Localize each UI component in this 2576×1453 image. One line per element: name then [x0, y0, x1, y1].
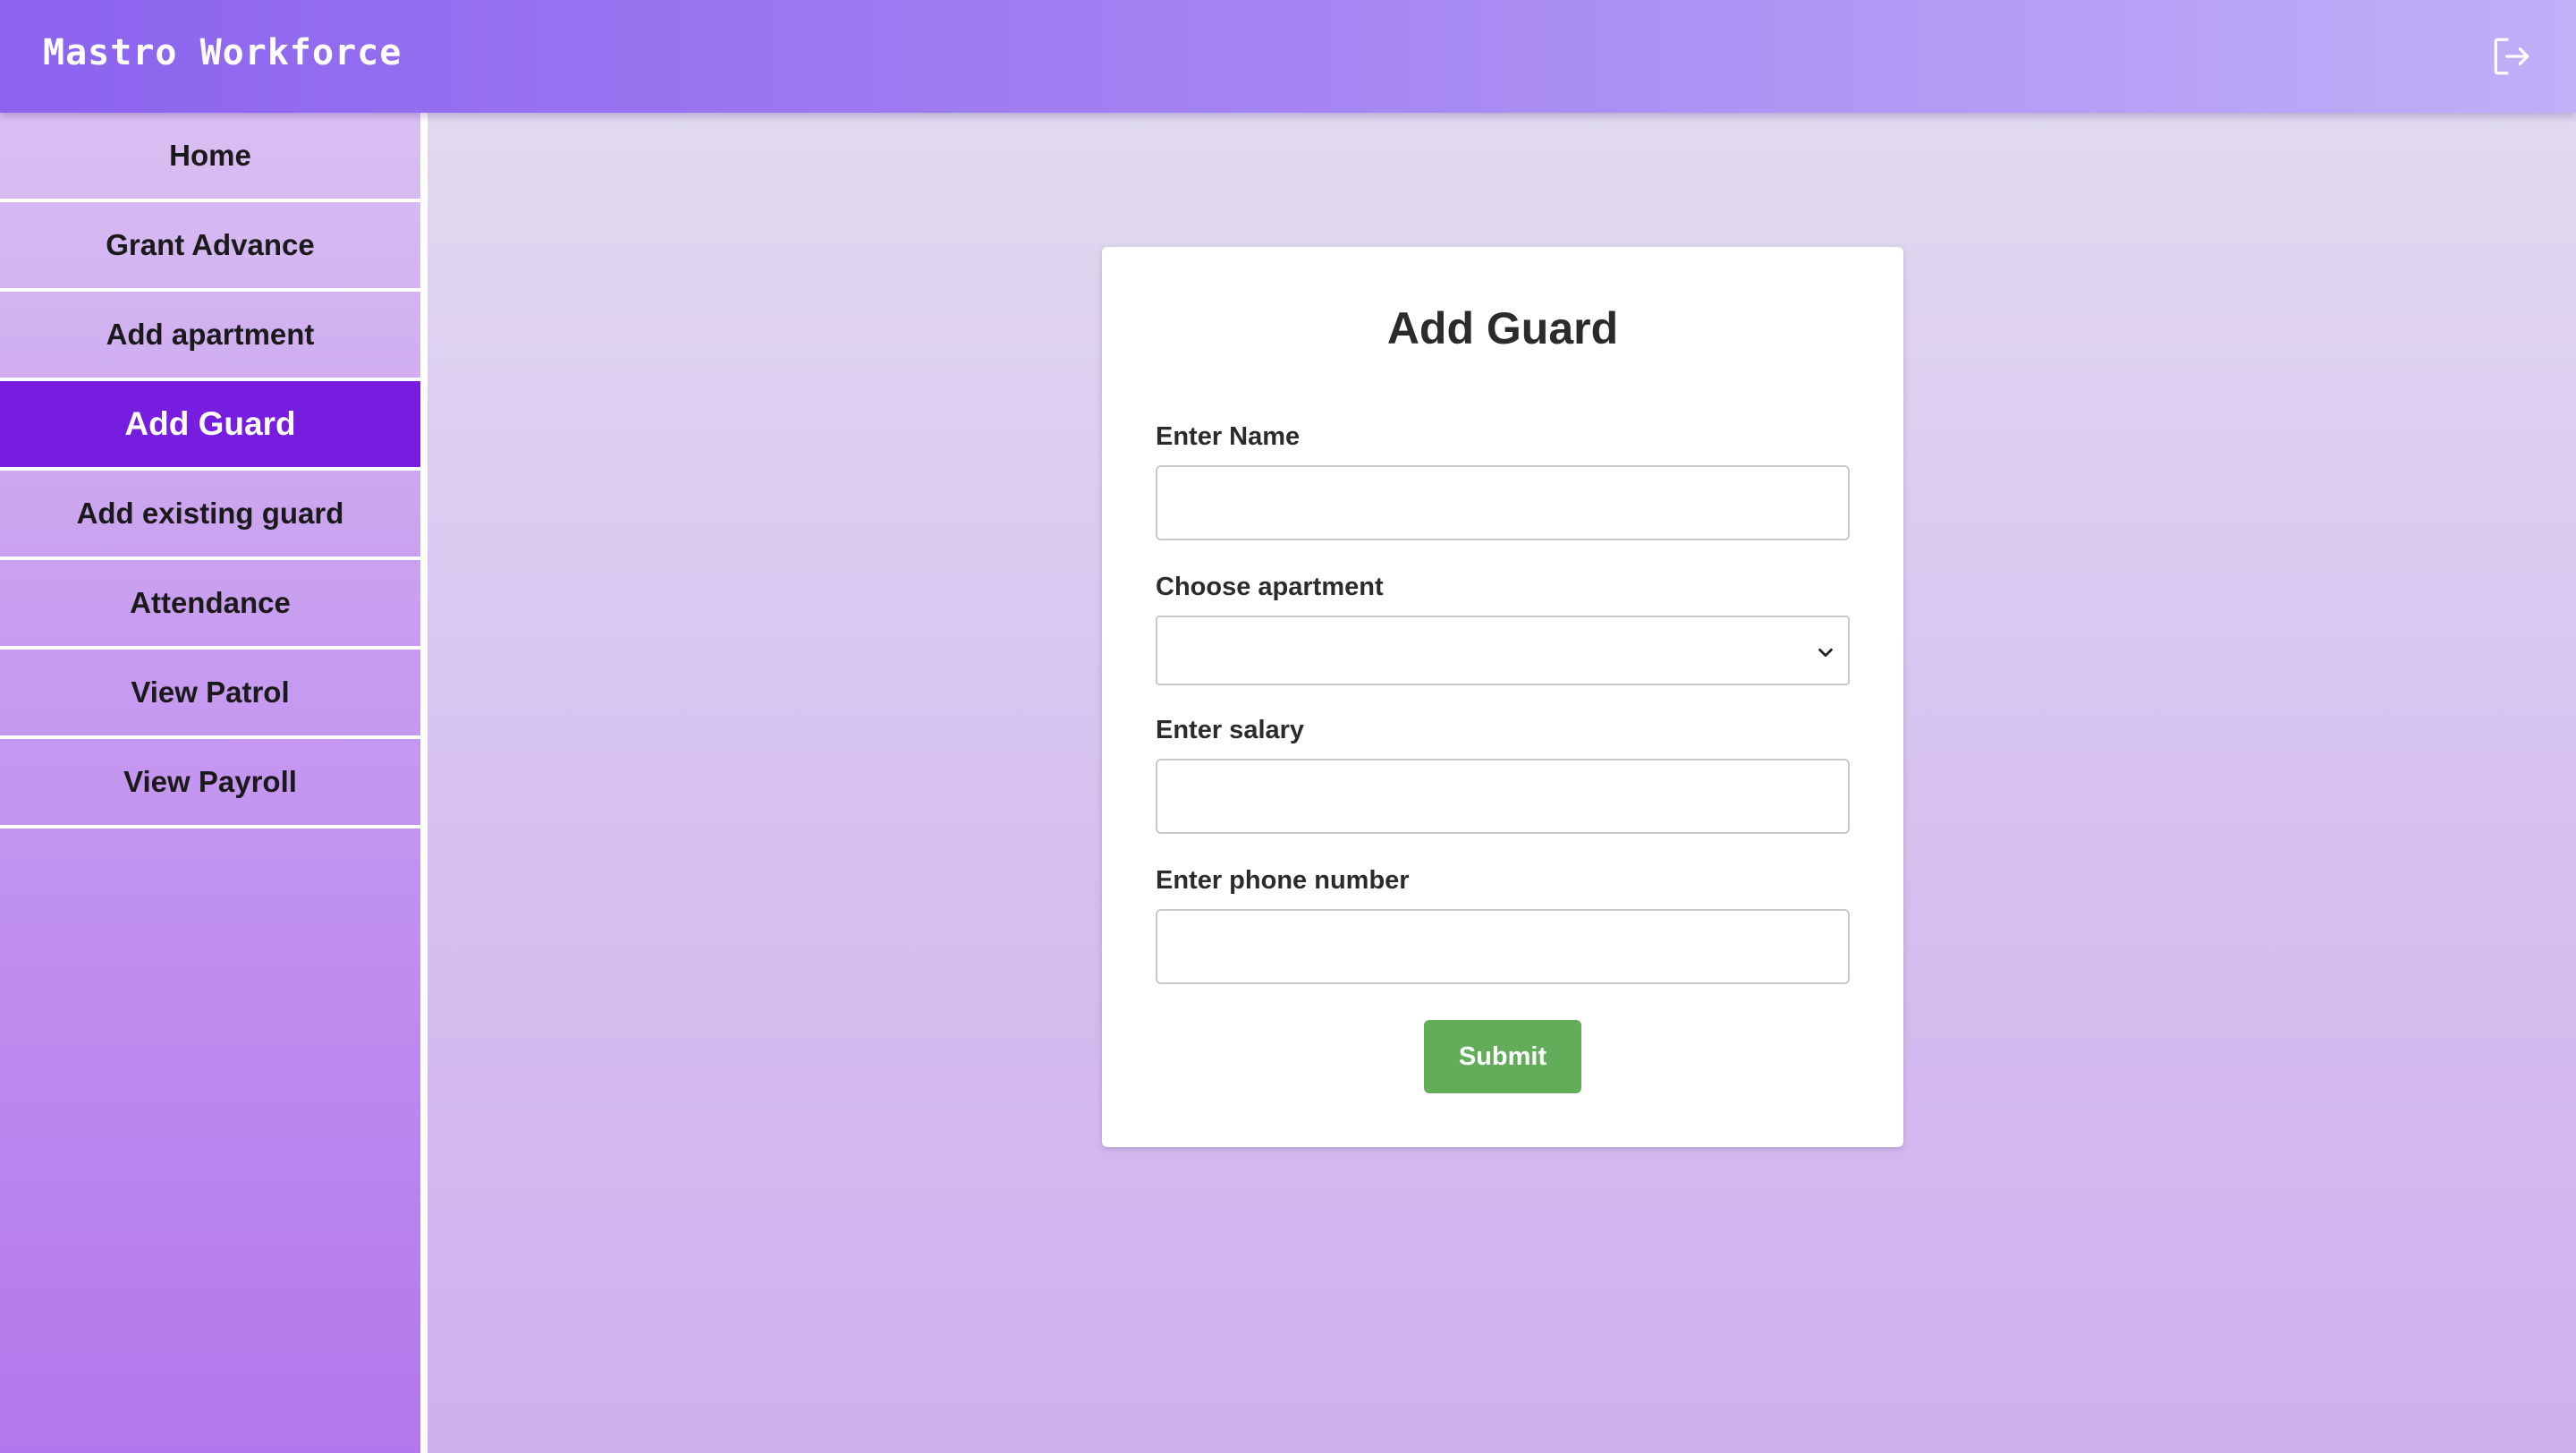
logout-icon [2494, 38, 2529, 75]
logout-button[interactable] [2488, 34, 2533, 79]
sidebar: Home Grant Advance Add apartment Add Gua… [0, 113, 428, 1453]
apartment-select[interactable] [1156, 616, 1850, 685]
app-title: Mastro Workforce [43, 32, 402, 73]
sidebar-item-view-payroll[interactable]: View Payroll [0, 739, 420, 828]
sidebar-item-grant-advance[interactable]: Grant Advance [0, 202, 420, 292]
submit-button[interactable]: Submit [1424, 1020, 1581, 1093]
chevron-down-icon [1818, 648, 1833, 658]
sidebar-item-add-existing-guard[interactable]: Add existing guard [0, 471, 420, 560]
apartment-label: Choose apartment [1156, 573, 1384, 601]
phone-label: Enter phone number [1156, 866, 1410, 895]
sidebar-item-home[interactable]: Home [0, 113, 420, 202]
top-bar: Mastro Workforce [0, 0, 2576, 113]
phone-input[interactable] [1156, 909, 1850, 984]
sidebar-item-view-patrol[interactable]: View Patrol [0, 650, 420, 739]
sidebar-item-add-guard[interactable]: Add Guard [0, 381, 420, 471]
name-input[interactable] [1156, 465, 1850, 540]
add-guard-form-card: Add Guard Enter Name Choose apartment En… [1102, 247, 1903, 1147]
name-label: Enter Name [1156, 422, 1301, 451]
salary-input[interactable] [1156, 759, 1850, 834]
salary-label: Enter salary [1156, 716, 1305, 744]
sidebar-item-add-apartment[interactable]: Add apartment [0, 292, 420, 381]
sidebar-item-attendance[interactable]: Attendance [0, 560, 420, 650]
form-title: Add Guard [1386, 303, 1619, 353]
